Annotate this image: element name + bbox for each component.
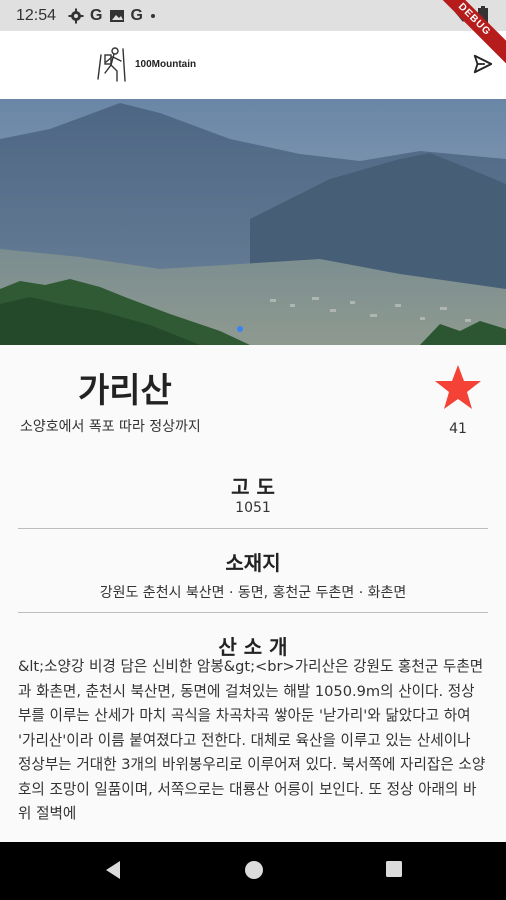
recents-icon[interactable] [385, 860, 403, 878]
status-time: 12:54 [16, 6, 57, 24]
divider [18, 612, 488, 613]
status-icons: G G [68, 7, 157, 25]
mountain-detail: 가리산 소양호에서 폭포 따라 정상까지 41 고 도 1051 소재지 강원도… [0, 345, 506, 842]
gallery-icon [109, 9, 124, 22]
altitude-value: 1051 [235, 500, 271, 516]
mountain-photo[interactable] [0, 99, 506, 345]
mountain-subtitle: 소양호에서 폭포 따라 정상까지 [20, 419, 201, 435]
app-title: 100Mountain [135, 59, 197, 70]
mountain-name: 가리산 [78, 371, 172, 411]
hiker-logo-icon [97, 47, 126, 82]
google-icon: G [90, 6, 103, 24]
google-icon-2: G [130, 6, 143, 24]
star-icon[interactable] [433, 363, 483, 413]
app-bar: 100Mountain [0, 31, 506, 100]
status-bar: 12:54 G G DEBUG [0, 0, 506, 69]
location-value: 강원도 춘천시 북산면 · 동면, 홍천군 두촌면 · 화촌면 [99, 585, 407, 601]
star-count: 41 [449, 421, 467, 437]
gear-icon [68, 8, 84, 23]
system-nav-bar [0, 842, 506, 900]
back-icon[interactable] [104, 860, 122, 880]
dot-icon [150, 13, 155, 18]
send-icon[interactable] [472, 53, 494, 75]
location-title: 소재지 [225, 551, 281, 575]
intro-text: &lt;소양강 비경 담은 신비한 암봉&gt;<br>가리산은 강원도 홍천군… [18, 658, 486, 822]
altitude-title: 고 도 [231, 475, 275, 499]
home-icon[interactable] [244, 860, 264, 880]
divider [18, 528, 488, 529]
app-screen: 12:54 G G DEBUG 100Mountain 가리산 소양호에서 폭포… [0, 0, 506, 900]
